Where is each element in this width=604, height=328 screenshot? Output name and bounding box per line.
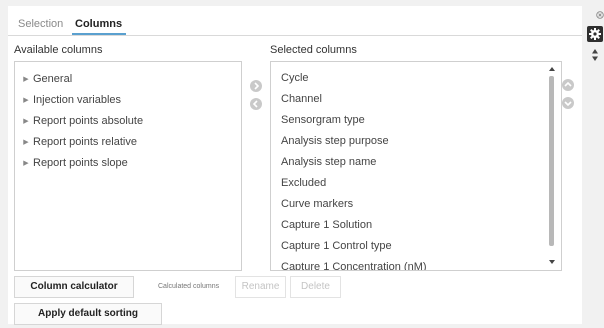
scroll-thumb[interactable] bbox=[549, 76, 554, 246]
selected-item[interactable]: Capture 1 Solution bbox=[281, 219, 372, 231]
tab-bar: Selection Columns bbox=[8, 6, 582, 36]
selected-item[interactable]: Channel bbox=[281, 93, 322, 105]
delete-button[interactable]: Delete bbox=[290, 276, 341, 298]
close-icon[interactable] bbox=[596, 11, 604, 19]
arrow-left-circle-icon bbox=[252, 100, 258, 108]
tab-columns[interactable]: Columns bbox=[75, 18, 122, 31]
columns-settings-panel: Selection Columns Available columns ▶ Gen… bbox=[8, 6, 582, 325]
selected-item[interactable]: Curve markers bbox=[281, 198, 353, 210]
tree-item-label: General bbox=[33, 73, 73, 85]
column-calculator-button[interactable]: Column calculator bbox=[14, 276, 134, 298]
caret-right-icon[interactable]: ▶ bbox=[19, 75, 33, 83]
active-tab-indicator bbox=[72, 33, 126, 35]
selected-list-scrollbar[interactable] bbox=[546, 66, 558, 267]
side-toolbar bbox=[586, 0, 604, 80]
move-down-button[interactable] bbox=[562, 97, 574, 109]
tree-item-general[interactable]: ▶ General bbox=[19, 73, 72, 85]
selected-columns-heading: Selected columns bbox=[270, 44, 357, 56]
arrow-up-circle-icon bbox=[564, 81, 572, 87]
rename-button[interactable]: Rename bbox=[235, 276, 286, 298]
selected-item[interactable]: Cycle bbox=[281, 72, 309, 84]
move-left-button[interactable] bbox=[250, 98, 262, 110]
selected-item[interactable]: Analysis step purpose bbox=[281, 135, 389, 147]
selected-item[interactable]: Excluded bbox=[281, 177, 326, 189]
tree-item-label: Report points relative bbox=[33, 136, 137, 148]
tree-item-injection-variables[interactable]: ▶ Injection variables bbox=[19, 94, 121, 106]
move-right-button[interactable] bbox=[250, 80, 262, 92]
selected-columns-list[interactable]: Cycle Channel Sensorgram type Analysis s… bbox=[270, 61, 562, 271]
tree-item-report-points-relative[interactable]: ▶ Report points relative bbox=[19, 136, 137, 148]
caret-right-icon[interactable]: ▶ bbox=[19, 96, 33, 104]
apply-default-sorting-button[interactable]: Apply default sorting bbox=[14, 303, 162, 325]
move-up-button[interactable] bbox=[562, 79, 574, 91]
scroll-up-arrow[interactable] bbox=[549, 67, 555, 71]
tree-item-report-points-absolute[interactable]: ▶ Report points absolute bbox=[19, 115, 143, 127]
tree-item-label: Report points slope bbox=[33, 157, 128, 169]
available-columns-list[interactable]: ▶ General ▶ Injection variables ▶ Report po… bbox=[14, 61, 242, 271]
caret-right-icon[interactable]: ▶ bbox=[19, 138, 33, 146]
available-columns-heading: Available columns bbox=[14, 44, 103, 56]
selected-item[interactable]: Sensorgram type bbox=[281, 114, 365, 126]
settings-button[interactable] bbox=[587, 26, 603, 42]
arrow-right-circle-icon bbox=[254, 82, 260, 90]
arrow-down-circle-icon bbox=[564, 101, 572, 107]
tree-item-label: Injection variables bbox=[33, 94, 122, 106]
sort-updown-icon[interactable] bbox=[591, 48, 599, 62]
tree-item-label: Report points absolute bbox=[33, 115, 144, 127]
scroll-down-arrow[interactable] bbox=[549, 260, 555, 264]
tree-item-report-points-slope[interactable]: ▶ Report points slope bbox=[19, 157, 128, 169]
gear-icon bbox=[589, 28, 601, 40]
selected-item[interactable]: Analysis step name bbox=[281, 156, 376, 168]
selected-item[interactable]: Capture 1 Concentration (nM) bbox=[281, 261, 427, 270]
tab-selection[interactable]: Selection bbox=[18, 18, 63, 31]
caret-right-icon[interactable]: ▶ bbox=[19, 159, 33, 167]
calculated-columns-label: Calculated columns bbox=[158, 283, 220, 290]
selected-item[interactable]: Capture 1 Control type bbox=[281, 240, 392, 252]
caret-right-icon[interactable]: ▶ bbox=[19, 117, 33, 125]
